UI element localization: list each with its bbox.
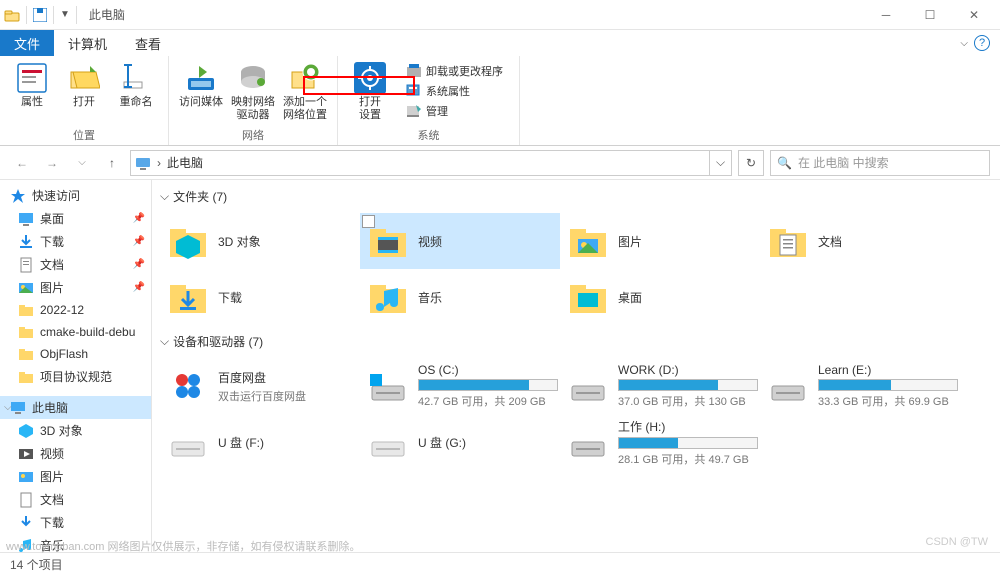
map-drive-button[interactable]: 映射网络 驱动器 bbox=[229, 60, 277, 124]
checkbox[interactable] bbox=[362, 215, 375, 228]
uninstall-button[interactable]: 卸载或更改程序 bbox=[402, 62, 507, 80]
qat-dropdown-icon[interactable]: ▼ bbox=[60, 9, 70, 20]
watermark: www.toymoban.com 网络图片仅供展示，非存储，如有侵权请联系删除。 bbox=[6, 538, 360, 554]
drive-baidu[interactable]: 百度网盘 双击运行百度网盘 bbox=[160, 358, 360, 414]
sidebar-quick-access[interactable]: 快速访问 bbox=[0, 184, 151, 207]
search-input[interactable]: 🔍 在 此电脑 中搜索 bbox=[770, 150, 990, 176]
app-icon bbox=[4, 7, 20, 23]
content-pane: ⌵文件夹 (7) 3D 对象 视频 图片 文档 下载 bbox=[152, 180, 1000, 552]
pin-icon: 📌 bbox=[133, 259, 145, 270]
close-button[interactable]: ✕ bbox=[952, 0, 996, 30]
maximize-button[interactable]: ☐ bbox=[908, 0, 952, 30]
properties-button[interactable]: 属性 bbox=[8, 60, 56, 111]
drive-usb-f[interactable]: U 盘 (F:) bbox=[160, 414, 360, 470]
sidebar-pictures2[interactable]: 图片 bbox=[0, 465, 151, 488]
sidebar-pictures[interactable]: 图片📌 bbox=[0, 276, 151, 299]
ribbon-body: 属性 打开 重命名 位置 访问媒体 映射网络 驱动器 bbox=[0, 56, 1000, 146]
system-properties-button[interactable]: 系统属性 bbox=[402, 82, 507, 100]
qat-save-icon[interactable] bbox=[33, 8, 47, 22]
chevron-icon[interactable]: ⌵ bbox=[4, 402, 12, 413]
address-dropdown[interactable]: ⌵ bbox=[710, 150, 732, 176]
window-title: 此电脑 bbox=[89, 6, 125, 23]
drive-learn-e[interactable]: Learn (E:) 33.3 GB 可用，共 69.9 GB bbox=[760, 358, 960, 414]
file-tab[interactable]: 文件 bbox=[0, 30, 54, 56]
refresh-button[interactable]: ↻ bbox=[738, 150, 764, 176]
drive-fill bbox=[619, 438, 678, 448]
title-bar: ▼ 此电脑 ─ ☐ ✕ bbox=[0, 0, 1000, 30]
manage-button[interactable]: 管理 bbox=[402, 102, 507, 120]
folder-pictures[interactable]: 图片 bbox=[560, 213, 760, 269]
open-settings-button[interactable]: 打开 设置 bbox=[346, 60, 394, 124]
sidebar-this-pc[interactable]: ⌵ 此电脑 bbox=[0, 396, 151, 419]
ribbon-help[interactable]: ⌵ ? bbox=[960, 35, 1000, 51]
drive-work-h[interactable]: 工作 (H:) 28.1 GB 可用，共 49.7 GB bbox=[560, 414, 760, 470]
sidebar-documents2[interactable]: 文档 bbox=[0, 488, 151, 511]
folder-videos[interactable]: 视频 bbox=[360, 213, 560, 269]
pin-icon: 📌 bbox=[133, 236, 145, 247]
address-bar: ← → ⌵ ↑ › 此电脑 ⌵ ↻ 🔍 在 此电脑 中搜索 bbox=[0, 146, 1000, 180]
folder-music[interactable]: 音乐 bbox=[360, 269, 560, 325]
up-button[interactable]: ↑ bbox=[100, 151, 124, 175]
access-media-button[interactable]: 访问媒体 bbox=[177, 60, 225, 111]
drive-fill bbox=[619, 380, 718, 390]
add-location-button[interactable]: 添加一个 网络位置 bbox=[281, 60, 329, 124]
status-count: 14 个项目 bbox=[10, 556, 63, 573]
view-tab[interactable]: 查看 bbox=[121, 30, 175, 56]
rename-button[interactable]: 重命名 bbox=[112, 60, 160, 111]
drive-fill bbox=[419, 380, 529, 390]
search-icon: 🔍 bbox=[777, 156, 792, 170]
folder-downloads[interactable]: 下载 bbox=[160, 269, 360, 325]
drive-os-c[interactable]: OS (C:) 42.7 GB 可用，共 209 GB bbox=[360, 358, 560, 414]
folders-group-header[interactable]: ⌵文件夹 (7) bbox=[152, 184, 1000, 209]
devices-group-header[interactable]: ⌵设备和驱动器 (7) bbox=[152, 329, 1000, 354]
computer-tab[interactable]: 计算机 bbox=[54, 30, 121, 56]
folder-desktop[interactable]: 桌面 bbox=[560, 269, 760, 325]
sidebar: 快速访问 桌面📌 下载📌 文档📌 图片📌 2022-12 cmake-build… bbox=[0, 180, 152, 552]
watermark-right: CSDN @TW bbox=[926, 536, 989, 548]
drive-fill bbox=[819, 380, 891, 390]
sidebar-desktop[interactable]: 桌面📌 bbox=[0, 207, 151, 230]
address-input[interactable]: › 此电脑 bbox=[130, 150, 710, 176]
minimize-button[interactable]: ─ bbox=[864, 0, 908, 30]
sidebar-protocol[interactable]: 项目协议规范 bbox=[0, 365, 151, 388]
folder-documents[interactable]: 文档 bbox=[760, 213, 960, 269]
pin-icon: 📌 bbox=[133, 213, 145, 224]
drive-usb-g[interactable]: U 盘 (G:) bbox=[360, 414, 560, 470]
sidebar-cmake[interactable]: cmake-build-debu bbox=[0, 321, 151, 343]
recent-dropdown[interactable]: ⌵ bbox=[70, 151, 94, 175]
sidebar-downloads2[interactable]: 下载 bbox=[0, 511, 151, 534]
drive-work-d[interactable]: WORK (D:) 37.0 GB 可用，共 130 GB bbox=[560, 358, 760, 414]
sidebar-videos[interactable]: 视频 bbox=[0, 442, 151, 465]
back-button[interactable]: ← bbox=[10, 151, 34, 175]
folder-3d-objects[interactable]: 3D 对象 bbox=[160, 213, 360, 269]
sidebar-downloads[interactable]: 下载📌 bbox=[0, 230, 151, 253]
pin-icon: 📌 bbox=[133, 282, 145, 293]
sidebar-objflash[interactable]: ObjFlash bbox=[0, 343, 151, 365]
forward-button[interactable]: → bbox=[40, 151, 64, 175]
ribbon-tabs: 文件 计算机 查看 ⌵ ? bbox=[0, 30, 1000, 56]
sidebar-folder-2022[interactable]: 2022-12 bbox=[0, 299, 151, 321]
sidebar-3d[interactable]: 3D 对象 bbox=[0, 419, 151, 442]
open-button[interactable]: 打开 bbox=[60, 60, 108, 111]
sidebar-documents[interactable]: 文档📌 bbox=[0, 253, 151, 276]
